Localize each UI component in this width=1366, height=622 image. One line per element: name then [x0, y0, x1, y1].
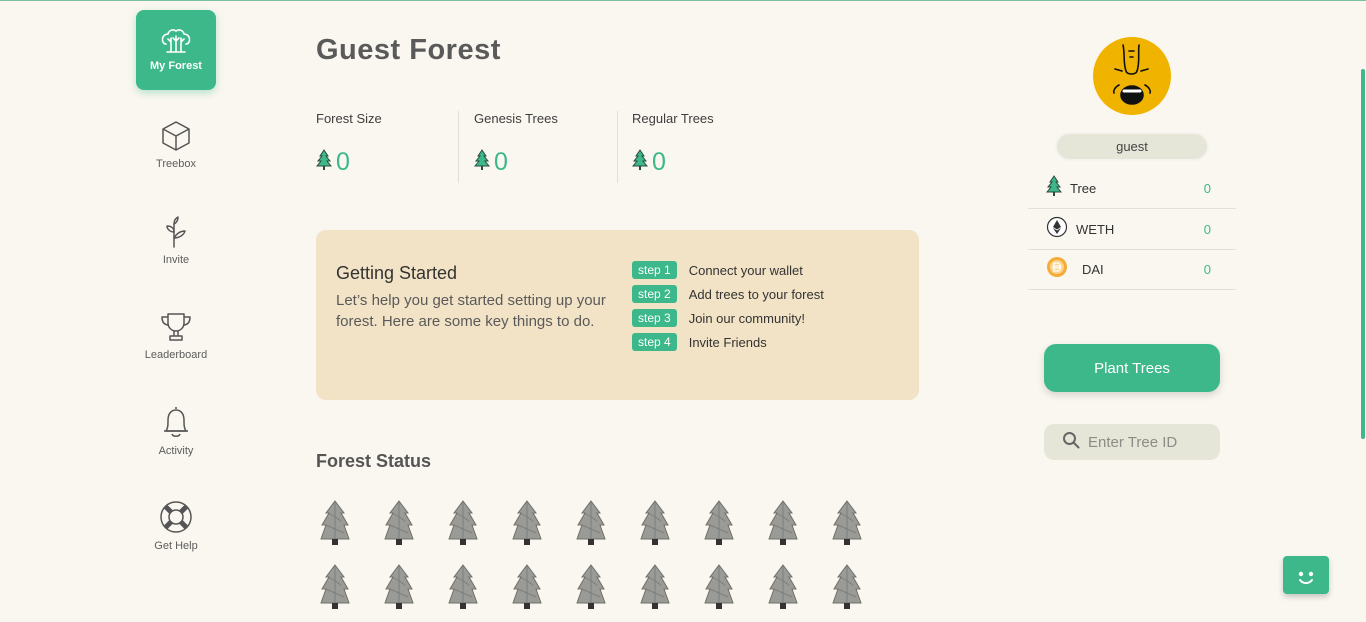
- step-item[interactable]: step 1 Connect your wallet: [632, 261, 803, 279]
- placeholder-tree-icon: [382, 563, 416, 611]
- placeholder-tree-icon: [702, 499, 736, 547]
- placeholder-tree-icon: [702, 563, 736, 611]
- ethereum-icon: [1046, 216, 1068, 243]
- getting-started-card: Getting Started Let’s help you get start…: [316, 230, 919, 400]
- placeholder-tree-icon: [510, 563, 544, 611]
- dai-icon: [1046, 256, 1068, 283]
- stat-regular-trees: Regular Trees 0: [631, 111, 714, 183]
- placeholder-tree-icon: [638, 499, 672, 547]
- sidebar-item-my-forest[interactable]: My Forest: [136, 10, 216, 90]
- stat-divider: [617, 111, 618, 183]
- balance-amount: 0: [1203, 181, 1211, 196]
- sidebar-item-get-help[interactable]: Get Help: [136, 500, 216, 552]
- tree-search[interactable]: [1044, 424, 1220, 460]
- stat-label: Forest Size: [316, 111, 382, 126]
- tree-icon: [1045, 175, 1063, 202]
- trophy-icon: [159, 311, 193, 343]
- sidebar-item-activity[interactable]: Activity: [136, 405, 216, 457]
- step-text: Join our community!: [688, 310, 806, 326]
- balance-row-tree: Tree 0: [1028, 169, 1236, 209]
- stat-value: 0: [494, 148, 508, 176]
- sidebar-item-leaderboard[interactable]: Leaderboard: [136, 311, 216, 361]
- lifebuoy-icon: [159, 500, 193, 534]
- step-item[interactable]: step 3 Join our community!: [632, 309, 805, 327]
- page-title: Guest Forest: [316, 34, 501, 66]
- forest-status-title: Forest Status: [316, 451, 432, 471]
- sidebar-item-label: Invite: [162, 254, 190, 266]
- placeholder-tree-icon: [382, 499, 416, 547]
- step-item[interactable]: step 4 Invite Friends: [632, 333, 767, 351]
- scrollbar[interactable]: [1361, 69, 1365, 439]
- step-text: Connect your wallet: [688, 262, 803, 278]
- sidebar-item-label: Leaderboard: [144, 349, 208, 361]
- getting-started-description: Let’s help you get started setting up yo…: [336, 292, 606, 330]
- tree-icon: [631, 149, 649, 176]
- stat-genesis-trees: Genesis Trees 0: [473, 111, 558, 183]
- balance-row-weth: WETH 0: [1028, 210, 1236, 250]
- chat-face-icon: [1283, 571, 1329, 598]
- balance-amount: 0: [1203, 262, 1211, 277]
- tree-icon: [473, 149, 491, 176]
- balance-amount: 0: [1203, 222, 1211, 237]
- sidebar-item-label: Get Help: [154, 540, 198, 552]
- step-badge: step 2: [632, 285, 677, 303]
- sidebar-item-invite[interactable]: Invite: [136, 216, 216, 266]
- stat-divider: [458, 111, 459, 183]
- placeholder-tree-icon: [638, 563, 672, 611]
- box-icon: [161, 120, 191, 152]
- avatar[interactable]: [1093, 37, 1171, 115]
- placeholder-tree-icon: [830, 563, 864, 611]
- placeholder-tree-icon: [766, 563, 800, 611]
- placeholder-tree-icon: [446, 563, 480, 611]
- bell-icon: [160, 405, 192, 439]
- placeholder-tree-icon: [318, 499, 352, 547]
- getting-started-title: Getting Started: [336, 263, 458, 283]
- tree-id-input[interactable]: [1088, 433, 1218, 451]
- placeholder-tree-icon: [318, 563, 352, 611]
- username-badge[interactable]: guest: [1055, 132, 1209, 161]
- balance-name: Tree: [1070, 181, 1097, 196]
- step-text: Invite Friends: [688, 334, 767, 350]
- stat-value: 0: [336, 148, 350, 176]
- sidebar-item-label: Treebox: [156, 158, 196, 170]
- balance-row-dai: DAI 0: [1028, 250, 1236, 290]
- sprout-icon: [163, 216, 189, 248]
- placeholder-tree-icon: [446, 499, 480, 547]
- stat-value: 0: [652, 148, 666, 176]
- stat-label: Regular Trees: [632, 111, 714, 126]
- search-icon: [1062, 431, 1080, 454]
- sidebar-item-label: My Forest: [150, 60, 202, 72]
- placeholder-tree-icon: [574, 563, 608, 611]
- stat-label: Genesis Trees: [474, 111, 558, 126]
- step-badge: step 4: [632, 333, 677, 351]
- step-badge: step 3: [632, 309, 677, 327]
- step-item[interactable]: step 2 Add trees to your forest: [632, 285, 824, 303]
- step-text: Add trees to your forest: [688, 286, 824, 302]
- tree-icon: [315, 149, 333, 176]
- balance-name: WETH: [1076, 222, 1115, 237]
- step-badge: step 1: [632, 261, 677, 279]
- plant-trees-button[interactable]: Plant Trees: [1044, 344, 1220, 392]
- placeholder-tree-icon: [830, 499, 864, 547]
- sidebar-item-label: Activity: [158, 445, 194, 457]
- placeholder-tree-icon: [510, 499, 544, 547]
- placeholder-tree-icon: [766, 499, 800, 547]
- balance-name: DAI: [1082, 262, 1104, 277]
- placeholder-tree-icon: [574, 499, 608, 547]
- stat-forest-size: Forest Size 0: [315, 111, 382, 183]
- chat-widget-button[interactable]: [1283, 556, 1329, 594]
- sidebar-item-treebox[interactable]: Treebox: [136, 120, 216, 170]
- forest-icon: [159, 28, 193, 56]
